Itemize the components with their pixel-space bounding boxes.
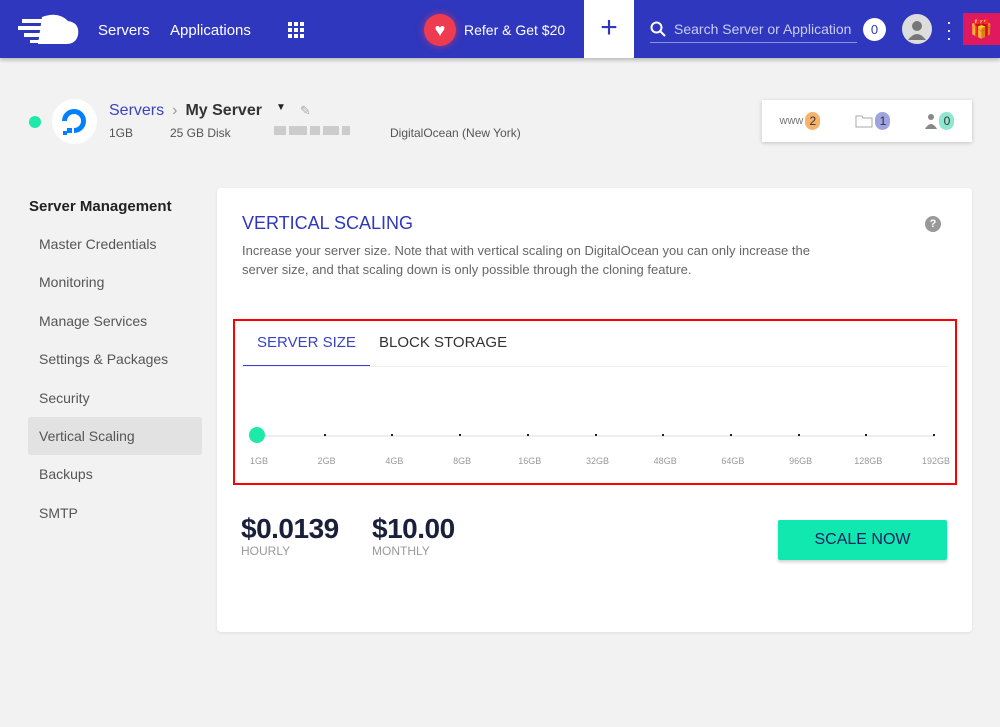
- server-provider: DigitalOcean (New York): [390, 126, 521, 140]
- search-icon: [650, 21, 666, 37]
- redacted-ip: [274, 126, 350, 135]
- user-icon: [908, 21, 926, 40]
- sidebar-item-monitoring[interactable]: Monitoring: [28, 263, 202, 301]
- heart-icon: ♥: [424, 14, 456, 46]
- slider-stop[interactable]: [459, 434, 462, 436]
- cloudways-logo[interactable]: [18, 13, 80, 45]
- slider-label: 1GB: [249, 456, 269, 466]
- slider-stop[interactable]: [797, 434, 800, 436]
- folder-icon: [855, 115, 873, 128]
- avatar[interactable]: [902, 14, 932, 44]
- vertical-scaling-panel: VERTICAL SCALING ? Increase your server …: [217, 188, 972, 632]
- apps-grid-icon[interactable]: [288, 22, 304, 38]
- slider-stop[interactable]: [526, 434, 529, 436]
- scaling-options-highlight: SERVER SIZE BLOCK STORAGE 1GB 2GB 4GB 8GB 16…: [233, 319, 957, 485]
- sidebar-item-vertical-scaling[interactable]: Vertical Scaling: [28, 417, 202, 455]
- sidebar-item-settings-packages[interactable]: Settings & Packages: [28, 340, 202, 378]
- chevron-right-icon: ›: [172, 102, 178, 119]
- folder-count[interactable]: 1: [855, 112, 891, 130]
- top-navbar: Servers Applications ♥ Refer & Get $20 +…: [0, 0, 1000, 58]
- user-badge: 0: [939, 112, 955, 130]
- add-button[interactable]: +: [584, 0, 634, 58]
- refer-button[interactable]: ♥ Refer & Get $20: [424, 14, 565, 46]
- help-icon[interactable]: ?: [925, 216, 941, 232]
- www-badge: 2: [805, 112, 821, 130]
- slider-label: 2GB: [317, 456, 336, 466]
- page-description: Increase your server size. Note that wit…: [242, 243, 810, 277]
- server-ram: 1GB: [109, 126, 134, 140]
- slider-label: 32GB: [585, 456, 610, 466]
- page-title: VERTICAL SCALING: [242, 213, 414, 233]
- more-menu-icon[interactable]: · · ·: [946, 13, 952, 47]
- hourly-price: $0.0139: [241, 513, 339, 544]
- www-icon: www: [779, 115, 804, 127]
- scale-now-button[interactable]: SCALE NOW: [778, 520, 947, 560]
- breadcrumb-servers[interactable]: Servers: [109, 102, 164, 120]
- sidebar-item-manage-services[interactable]: Manage Services: [28, 302, 202, 340]
- slider-label: 192GB: [921, 456, 951, 466]
- slider-label: 128GB: [854, 456, 883, 466]
- sidebar-item-security[interactable]: Security: [28, 379, 202, 417]
- slider-label: 4GB: [385, 456, 404, 466]
- slider-stop[interactable]: [933, 434, 935, 436]
- slider-stop[interactable]: [729, 434, 732, 436]
- sidebar-item-master-credentials[interactable]: Master Credentials: [28, 225, 202, 263]
- caret-down-icon[interactable]: ▼: [276, 102, 286, 113]
- slider-stop[interactable]: [391, 434, 394, 436]
- sidebar-item-smtp[interactable]: SMTP: [28, 494, 202, 532]
- slider-thumb[interactable]: [249, 427, 265, 443]
- www-count[interactable]: www 2: [780, 112, 821, 130]
- slider-label: 8GB: [453, 456, 472, 466]
- notification-count[interactable]: 0: [863, 18, 886, 41]
- sidebar-item-backups[interactable]: Backups: [28, 455, 202, 493]
- gift-icon[interactable]: 🎁: [963, 13, 1000, 45]
- server-name: My Server: [185, 102, 262, 119]
- slider-label: 64GB: [721, 456, 745, 466]
- slider-label: 16GB: [518, 456, 542, 466]
- refer-label: Refer & Get $20: [464, 22, 566, 38]
- edit-icon[interactable]: ✎: [300, 103, 311, 119]
- breadcrumb: Servers › My Server ▼ ✎: [109, 102, 311, 120]
- folder-badge: 1: [875, 112, 891, 130]
- server-status-indicator: [29, 116, 41, 128]
- slider-stop[interactable]: [865, 434, 868, 436]
- server-disk: 25 GB Disk: [170, 126, 231, 140]
- plus-icon: +: [600, 11, 618, 44]
- monthly-label: MONTHLY: [372, 544, 430, 558]
- nav-applications[interactable]: Applications: [170, 22, 251, 39]
- sidebar-title: Server Management: [29, 198, 172, 215]
- user-icon: [925, 114, 938, 129]
- monthly-price: $10.00: [372, 513, 455, 544]
- server-counts: www 2 1 0: [762, 100, 972, 142]
- search-input[interactable]: [674, 21, 854, 37]
- search-box: [650, 16, 857, 43]
- hourly-label: HOURLY: [241, 544, 291, 558]
- slider-label: 96GB: [789, 456, 813, 466]
- server-size-slider[interactable]: 1GB 2GB 4GB 8GB 16GB 32GB 48GB 64GB 96GB 128GB 192…: [235, 321, 955, 483]
- slider-stop[interactable]: [662, 434, 665, 436]
- user-count[interactable]: 0: [925, 112, 955, 130]
- slider-stop[interactable]: [594, 434, 597, 436]
- slider-stop[interactable]: [323, 434, 326, 436]
- nav-servers[interactable]: Servers: [98, 22, 150, 39]
- digitalocean-logo: [52, 99, 97, 144]
- slider-label: 48GB: [653, 456, 677, 466]
